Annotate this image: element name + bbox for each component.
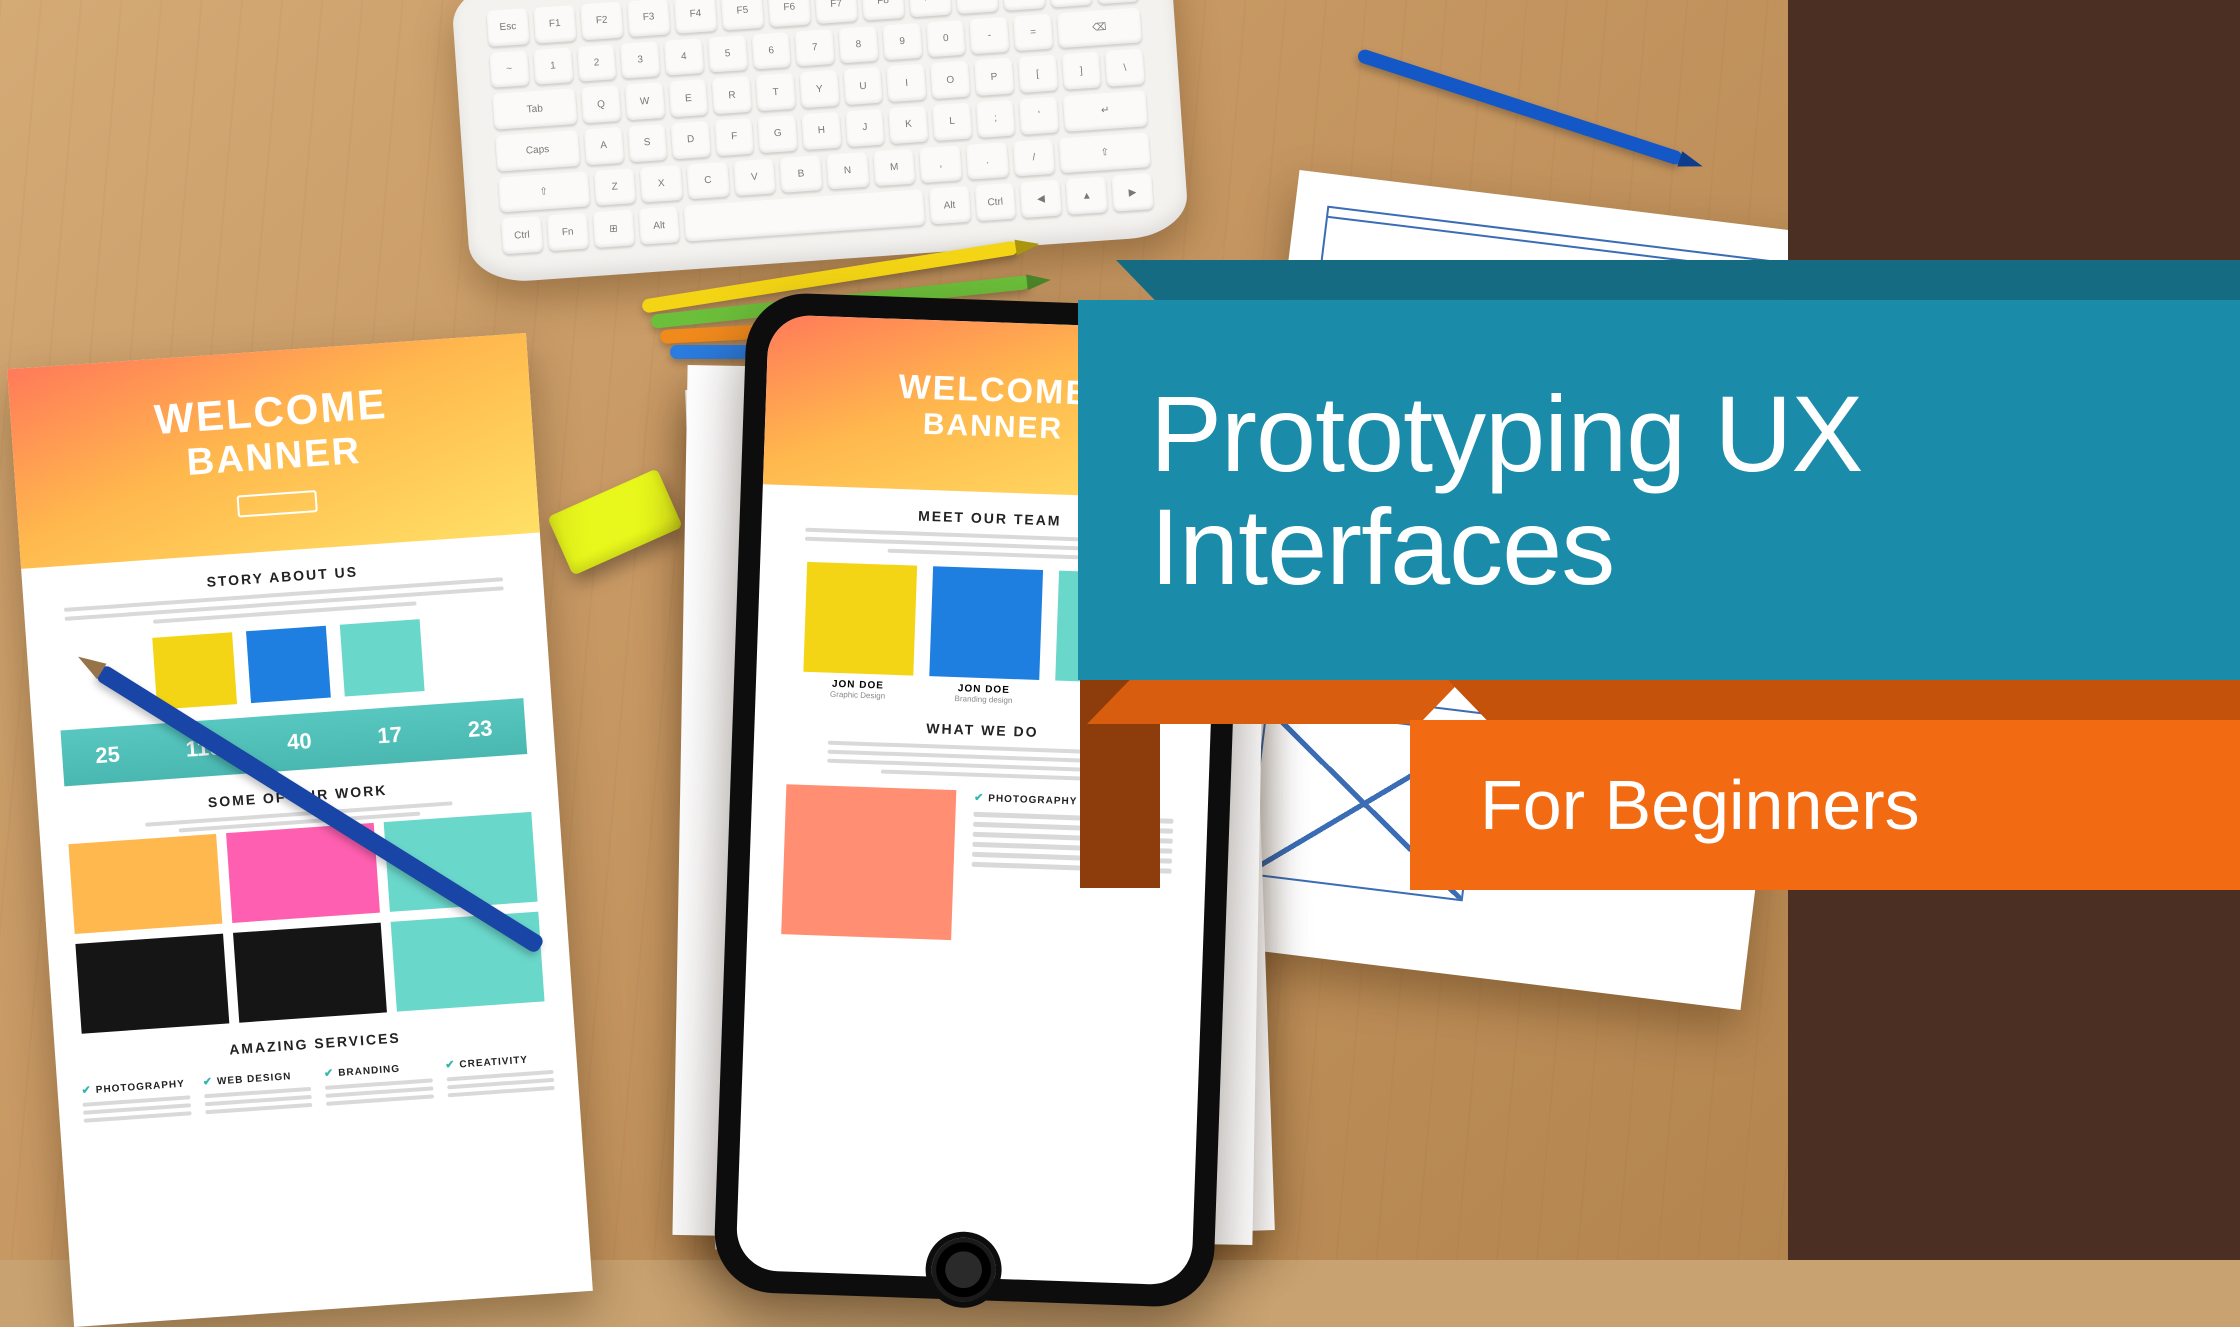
service-name: CREATIVITY <box>459 1055 528 1071</box>
stat: 40 <box>286 728 312 756</box>
eraser-prop <box>547 468 683 575</box>
stat: 23 <box>467 715 493 743</box>
course-title: Prototyping UX Interfaces <box>1150 377 2240 604</box>
banner-text: WELCOME <box>898 367 1091 413</box>
title-bar-main: Prototyping UX Interfaces <box>1078 260 2240 680</box>
website-mockup-sheet: WELCOME BANNER STORY ABOUT US 25 110 40 … <box>7 333 593 1327</box>
mockup-banner: WELCOME BANNER <box>7 333 540 569</box>
service-name: PHOTOGRAPHY <box>96 1079 186 1096</box>
banner-text: BANNER <box>922 407 1063 446</box>
title-bar-top-face <box>1116 260 2240 300</box>
service-name: BRANDING <box>338 1064 401 1079</box>
stat: 17 <box>377 722 403 750</box>
wwd-image <box>781 784 956 940</box>
title-bar-sub: For Beginners <box>1410 680 2240 890</box>
keyboard-prop: EscF1F2F3F4F5F6F7F8F9F10F11F12Del ~12345… <box>450 0 1189 285</box>
title-bar-top-face <box>1448 680 2240 720</box>
wwd-item-title: PHOTOGRAPHY <box>988 793 1078 807</box>
service-name: WEB DESIGN <box>217 1071 292 1087</box>
stat: 25 <box>94 741 120 769</box>
title-bar-front-face: Prototyping UX Interfaces <box>1078 300 2240 680</box>
title-bar-front-face: For Beginners <box>1410 720 2240 890</box>
pencil-blue <box>1356 48 1684 166</box>
mock-button <box>236 490 317 518</box>
course-subtitle: For Beginners <box>1480 765 1920 845</box>
